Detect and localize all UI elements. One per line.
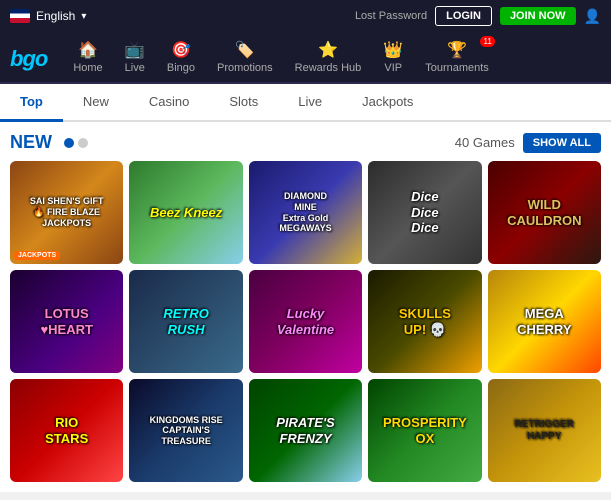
- game-card-inner-retro: RETRORUSH: [129, 270, 242, 373]
- game-grid: SAI SHEN'S GIFT🔥 FIRE BLAZEJACKPOTS JACK…: [10, 161, 601, 482]
- nav-label-vip: VIP: [384, 62, 402, 74]
- promotions-icon: 🏷️: [235, 40, 255, 60]
- tournaments-icon: 🏆: [447, 40, 467, 60]
- site-header: English ▾ Lost Password LOGIN JOIN NOW 👤: [0, 0, 611, 32]
- nav-bar: bgo 🏠 Home 📺 Live 🎯 Bingo 🏷️ Promotions …: [0, 32, 611, 84]
- tab-casino[interactable]: Casino: [129, 84, 209, 122]
- game-card-retrigger[interactable]: RETRIGGERHAPPY: [488, 379, 601, 482]
- game-card-beez[interactable]: Beez Kneez: [129, 161, 242, 264]
- game-card-lucky[interactable]: LuckyValentine: [249, 270, 362, 373]
- nav-label-live: Live: [125, 62, 145, 74]
- language-label: English: [36, 9, 75, 23]
- flag-icon: [10, 9, 30, 23]
- section-title-area: NEW: [10, 132, 88, 153]
- game-card-inner-mega: MEGACHERRY: [488, 270, 601, 373]
- game-card-skulls[interactable]: SKULLSUP! 💀: [368, 270, 481, 373]
- game-card-prosperity[interactable]: PROSPERITYOX: [368, 379, 481, 482]
- vip-icon: 👑: [383, 40, 403, 60]
- game-card-inner-skulls: SKULLSUP! 💀: [368, 270, 481, 373]
- nav-item-rewards[interactable]: ⭐ Rewards Hub: [285, 36, 372, 82]
- chevron-down-icon: ▾: [81, 11, 86, 22]
- game-title-dice: DiceDiceDice: [411, 189, 438, 236]
- game-card-inner: SAI SHEN'S GIFT🔥 FIRE BLAZEJACKPOTS: [10, 161, 123, 264]
- game-card-inner-lucky: LuckyValentine: [249, 270, 362, 373]
- game-card-inner-beez: Beez Kneez: [129, 161, 242, 264]
- game-title-diamond: DIAMONDMINEExtra GoldMEGAWAYS: [279, 191, 331, 234]
- nav-item-promotions[interactable]: 🏷️ Promotions: [207, 36, 283, 82]
- category-tabs: Top New Casino Slots Live Jackpots: [0, 84, 611, 122]
- live-icon: 📺: [125, 40, 145, 60]
- game-card-inner-lotus: LOTUS♥HEART: [10, 270, 123, 373]
- nav-item-live[interactable]: 📺 Live: [115, 36, 155, 82]
- game-card-sai[interactable]: SAI SHEN'S GIFT🔥 FIRE BLAZEJACKPOTS JACK…: [10, 161, 123, 264]
- game-title-rio: RIOSTARS: [45, 415, 88, 446]
- game-card-inner-diamond: DIAMONDMINEExtra GoldMEGAWAYS: [249, 161, 362, 264]
- game-card-inner-retrigger: RETRIGGERHAPPY: [488, 379, 601, 482]
- nav-item-vip[interactable]: 👑 VIP: [373, 36, 413, 82]
- game-card-lotus[interactable]: LOTUS♥HEART: [10, 270, 123, 373]
- bingo-icon: 🎯: [171, 40, 191, 60]
- game-title-lotus: LOTUS♥HEART: [40, 306, 93, 337]
- game-card-captains[interactable]: KINGDOMS RISECAPTAIN'STREASURE: [129, 379, 242, 482]
- game-card-pirates[interactable]: PIRATE'SFRENZY: [249, 379, 362, 482]
- game-title-mega: MEGACHERRY: [517, 306, 571, 337]
- tab-live[interactable]: Live: [278, 84, 342, 122]
- game-title-retrigger: RETRIGGERHAPPY: [515, 419, 574, 443]
- page-dot-1[interactable]: [64, 138, 74, 148]
- language-selector[interactable]: English ▾: [10, 9, 86, 23]
- auth-buttons: Lost Password LOGIN JOIN NOW 👤: [355, 6, 601, 26]
- game-card-inner-captains: KINGDOMS RISECAPTAIN'STREASURE: [129, 379, 242, 482]
- game-title-skulls: SKULLSUP! 💀: [399, 306, 451, 337]
- game-title-captains: KINGDOMS RISECAPTAIN'STREASURE: [150, 415, 223, 447]
- game-card-mega[interactable]: MEGACHERRY: [488, 270, 601, 373]
- game-card-inner-wild: WILDCAULDRON: [488, 161, 601, 264]
- game-title-wild: WILDCAULDRON: [507, 197, 581, 228]
- tab-top[interactable]: Top: [0, 84, 63, 122]
- nav-label-promotions: Promotions: [217, 62, 273, 74]
- main-content: NEW 40 Games SHOW ALL SAI SHEN'S GIFT🔥 F…: [0, 122, 611, 492]
- games-count: 40 Games: [455, 135, 515, 150]
- section-right: 40 Games SHOW ALL: [455, 133, 601, 153]
- game-title-lucky: LuckyValentine: [277, 306, 334, 337]
- game-card-inner-prosperity: PROSPERITYOX: [368, 379, 481, 482]
- game-card-inner-pirates: PIRATE'SFRENZY: [249, 379, 362, 482]
- nav-item-tournaments[interactable]: 11 🏆 Tournaments: [415, 36, 499, 82]
- game-card-retro[interactable]: RETRORUSH: [129, 270, 242, 373]
- lost-password-link[interactable]: Lost Password: [355, 10, 427, 22]
- jackpot-badge: JACKPOTS: [14, 251, 60, 260]
- game-card-rio[interactable]: RIOSTARS: [10, 379, 123, 482]
- page-dot-2[interactable]: [78, 138, 88, 148]
- game-title-retro: RETRORUSH: [163, 306, 209, 337]
- login-button[interactable]: LOGIN: [435, 6, 492, 26]
- nav-label-rewards: Rewards Hub: [295, 62, 362, 74]
- nav-item-home[interactable]: 🏠 Home: [63, 36, 112, 82]
- home-icon: 🏠: [78, 40, 98, 60]
- tab-jackpots[interactable]: Jackpots: [342, 84, 433, 122]
- game-card-wild[interactable]: WILDCAULDRON: [488, 161, 601, 264]
- user-icon: 👤: [584, 8, 601, 25]
- game-title-pirates: PIRATE'SFRENZY: [276, 415, 334, 446]
- game-card-inner-rio: RIOSTARS: [10, 379, 123, 482]
- section-header: NEW 40 Games SHOW ALL: [10, 132, 601, 153]
- game-title-beez: Beez Kneez: [150, 205, 222, 221]
- game-title-prosperity: PROSPERITYOX: [383, 415, 467, 446]
- tournaments-badge: 11: [480, 36, 494, 47]
- site-logo[interactable]: bgo: [10, 46, 47, 72]
- tab-slots[interactable]: Slots: [209, 84, 278, 122]
- game-card-inner-dice: DiceDiceDice: [368, 161, 481, 264]
- pagination: [64, 138, 88, 148]
- nav-label-home: Home: [73, 62, 102, 74]
- join-button[interactable]: JOIN NOW: [500, 7, 576, 25]
- nav-label-bingo: Bingo: [167, 62, 195, 74]
- rewards-icon: ⭐: [318, 40, 338, 60]
- show-all-button[interactable]: SHOW ALL: [523, 133, 601, 153]
- section-title: NEW: [10, 132, 52, 153]
- game-card-dice[interactable]: DiceDiceDice: [368, 161, 481, 264]
- nav-label-tournaments: Tournaments: [425, 62, 489, 74]
- game-title-sai: SAI SHEN'S GIFT🔥 FIRE BLAZEJACKPOTS: [30, 196, 104, 228]
- nav-item-bingo[interactable]: 🎯 Bingo: [157, 36, 205, 82]
- nav-items: 🏠 Home 📺 Live 🎯 Bingo 🏷️ Promotions ⭐ Re…: [63, 36, 498, 82]
- tab-new[interactable]: New: [63, 84, 129, 122]
- game-card-diamond[interactable]: DIAMONDMINEExtra GoldMEGAWAYS: [249, 161, 362, 264]
